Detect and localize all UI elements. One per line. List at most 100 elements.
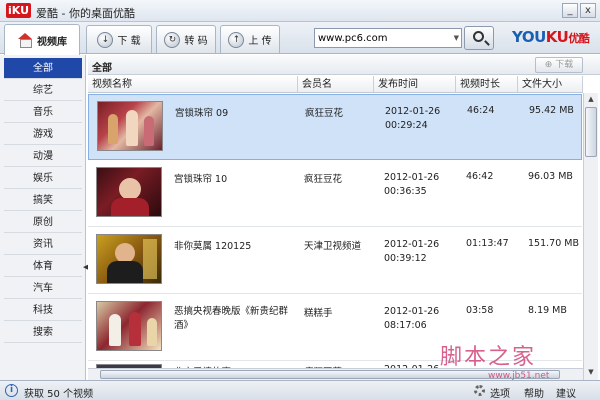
home-icon (17, 33, 33, 48)
video-title: 宫锁珠帘 10 (174, 174, 228, 185)
time-text: 00:29:24 (385, 120, 428, 131)
column-header-duration[interactable]: 视频时长 (456, 76, 518, 93)
column-header-size[interactable]: 文件大小 (518, 76, 583, 93)
date-text: 2012-01-26 (384, 172, 440, 183)
options-link[interactable]: 选项 (490, 385, 510, 400)
category-sidebar: 全部 综艺 音乐 游戏 动漫 娱乐 搞笑 原创 资讯 体育 汽车 科技 搜索 ◀ (0, 55, 88, 380)
tab-label: 转 码 (184, 36, 208, 47)
video-title: 恶搞央视春晚版《新贵纪群酒》 (174, 306, 289, 331)
video-user: 糕糕手 (304, 308, 333, 319)
download-button[interactable]: ⊕ 下载 (535, 57, 583, 73)
sidebar-item-anime[interactable]: 动漫 (4, 146, 82, 167)
vertical-scrollbar[interactable]: ▲ ▼ (583, 93, 598, 380)
help-link[interactable]: 帮助 (524, 385, 544, 400)
search-button[interactable] (464, 26, 494, 50)
gear-icon[interactable] (474, 385, 485, 396)
info-icon: i (5, 384, 18, 397)
window-title: 爱酷 - 你的桌面优酷 (36, 7, 135, 20)
sidebar-item-funny[interactable]: 搞笑 (4, 190, 82, 211)
scroll-up-icon[interactable]: ▲ (585, 93, 597, 105)
video-duration: 03:58 (466, 305, 494, 316)
tab-label: 上 传 (248, 36, 272, 47)
table-row[interactable]: 宫锁珠帘 10 疯狂豆花 2012-01-26 00:36:35 46:42 96… (88, 161, 582, 227)
convert-icon: ↻ (164, 31, 181, 48)
title-bar: iKU 爱酷 - 你的桌面优酷 _ x (0, 0, 600, 22)
column-header-title[interactable]: 视频名称 (88, 76, 298, 93)
video-count-text: 获取 50 个视频 (24, 389, 94, 400)
sidebar-item-music[interactable]: 音乐 (4, 102, 82, 123)
app-logo: iKU (6, 3, 32, 18)
video-date: 2012-01-26 08:17:06 (384, 305, 439, 333)
column-header-date[interactable]: 发布时间 (374, 76, 456, 93)
chevron-down-icon[interactable]: ▼ (454, 34, 459, 42)
suggest-link[interactable]: 建议 (556, 385, 576, 400)
date-text: 2012-01-26 (384, 306, 440, 317)
video-user: 天津卫视频道 (304, 241, 362, 252)
url-field[interactable]: ▼ (314, 28, 462, 48)
time-text: 00:36:35 (384, 186, 427, 197)
download-icon: ↓ (97, 31, 114, 48)
video-thumbnail (96, 234, 162, 284)
toolbar: 视频库 ↓ 下 载 ↻ 转 码 ↑ 上 传 (0, 22, 600, 55)
sidebar-item-games[interactable]: 游戏 (4, 124, 82, 145)
sidebar-item-variety[interactable]: 综艺 (4, 80, 82, 101)
sidebar-item-entertainment[interactable]: 娱乐 (4, 168, 82, 189)
sidebar-item-search[interactable]: 搜索 (4, 322, 82, 343)
watermark-url: www.jb51.net (488, 371, 550, 381)
date-text: 2012-01-26 (384, 239, 440, 250)
sidebar-item-sports[interactable]: 体育 (4, 256, 82, 277)
sidebar-item-all[interactable]: 全部 (4, 58, 82, 79)
video-size: 151.70 MB (528, 238, 579, 249)
video-duration: 46:42 (466, 171, 494, 182)
column-header-user[interactable]: 会员名 (298, 76, 374, 93)
video-user: 疯狂豆花 (304, 174, 343, 185)
watermark: 脚本之家 www.jb51.net (440, 339, 590, 383)
download-button-label: 下载 (555, 60, 574, 70)
video-date: 2012-01-26 00:36:35 (384, 171, 439, 199)
date-text: 2012-01-26 (385, 106, 441, 117)
sidebar-item-news[interactable]: 资讯 (4, 234, 82, 255)
time-text: 00:39:12 (384, 253, 427, 264)
table-row[interactable]: 宫锁珠帘 09 疯狂豆花 2012-01-26 00:29:24 46:24 95… (88, 94, 582, 160)
video-duration: 01:13:47 (466, 238, 509, 249)
time-text: 08:17:06 (384, 320, 427, 331)
logo-ku: KU (545, 28, 569, 46)
video-list-panel: 全部 ⊕ 下载 视频名称 会员名 发布时间 视频时长 文件大小 宫锁珠帘 09 … (88, 55, 600, 380)
tab-video-library[interactable]: 视频库 (4, 24, 80, 55)
video-date: 2012-01-26 00:29:24 (385, 105, 440, 133)
video-user: 疯狂豆花 (305, 108, 344, 119)
video-thumbnail (96, 167, 162, 217)
tab-upload[interactable]: ↑ 上 传 (220, 25, 280, 53)
minimize-button[interactable]: _ (562, 3, 578, 18)
video-title: 宫锁珠帘 09 (175, 108, 229, 119)
status-bar: i 获取 50 个视频 选项 帮助 建议 (0, 380, 600, 400)
search-icon (473, 31, 484, 42)
video-size: 96.03 MB (528, 171, 573, 182)
scroll-thumb[interactable] (585, 107, 597, 157)
tab-download[interactable]: ↓ 下 载 (86, 25, 152, 53)
tab-convert[interactable]: ↻ 转 码 (156, 25, 216, 53)
video-size: 95.42 MB (529, 105, 574, 116)
video-date: 2012-01-26 00:39:12 (384, 238, 439, 266)
download-circle-icon: ⊕ (544, 60, 556, 70)
upload-icon: ↑ (228, 31, 245, 48)
tab-label: 视频库 (37, 36, 67, 48)
video-thumbnail (96, 301, 162, 351)
url-input[interactable] (315, 29, 447, 47)
video-title: 非你莫属 120125 (174, 241, 252, 252)
section-header: 全部 ⊕ 下载 (88, 55, 600, 75)
youku-logo: YOUKU优酷 (512, 28, 590, 46)
video-size: 8.19 MB (528, 305, 567, 316)
watermark-text: 脚本之家 (440, 345, 537, 370)
sidebar-item-tech[interactable]: 科技 (4, 300, 82, 321)
section-title: 全部 (92, 63, 112, 74)
table-row[interactable]: 非你莫属 120125 天津卫视频道 2012-01-26 00:39:12 01… (88, 228, 582, 294)
sidebar-item-original[interactable]: 原创 (4, 212, 82, 233)
tab-label: 下 载 (117, 36, 141, 47)
sidebar-item-cars[interactable]: 汽车 (4, 278, 82, 299)
logo-cn: 优酷 (568, 32, 590, 45)
video-thumbnail (97, 101, 163, 151)
logo-you: YOU (512, 28, 546, 46)
close-button[interactable]: x (580, 3, 596, 18)
video-duration: 46:24 (467, 105, 495, 116)
